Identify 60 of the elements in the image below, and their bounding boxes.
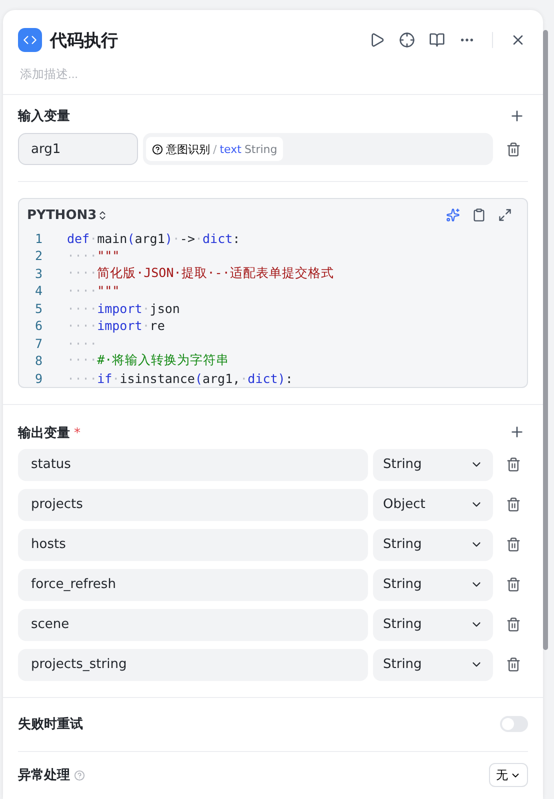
delete-icon[interactable]: [506, 657, 520, 672]
delete-icon[interactable]: [506, 497, 520, 512]
line-number: 3: [34, 266, 44, 281]
node-label: 意图识别: [166, 142, 210, 157]
language-select[interactable]: PYTHON3: [27, 208, 108, 223]
help-icon: [74, 770, 85, 781]
add-icon[interactable]: [509, 424, 525, 440]
book-icon[interactable]: [429, 32, 445, 48]
code-icon: [18, 28, 42, 52]
variable-name-field[interactable]: status: [18, 448, 368, 481]
line-number: 8: [34, 353, 44, 368]
section-title: 输入变量: [18, 108, 70, 126]
type-select[interactable]: String: [373, 608, 493, 641]
node-title: 代码执行: [50, 30, 119, 52]
variable-name-field[interactable]: projects_string: [18, 648, 368, 681]
type-select[interactable]: String: [373, 448, 493, 481]
field-name: text: [220, 142, 242, 156]
code-line: ····#·将输入转换为字符串: [67, 352, 230, 370]
section-title: 输出变量: [18, 426, 70, 441]
code-line: ····import·re: [67, 318, 165, 334]
exception-select[interactable]: 无: [489, 763, 528, 788]
line-number: 4: [34, 283, 44, 298]
code-line: ····""": [67, 248, 120, 264]
type-select[interactable]: String: [373, 648, 493, 681]
delete-icon[interactable]: [506, 617, 520, 632]
variable-name-field[interactable]: projects: [18, 488, 368, 521]
line-number: 7: [34, 336, 44, 351]
code-line: ····if·isinstance(arg1,·dict):: [67, 370, 293, 386]
type-select[interactable]: Object: [373, 488, 493, 521]
line-number: 6: [34, 318, 44, 334]
variable-name-field[interactable]: arg1: [18, 133, 138, 166]
delete-icon[interactable]: [506, 142, 520, 157]
variable-name-field[interactable]: force_refresh: [18, 568, 368, 601]
line-number: 2: [34, 248, 44, 264]
retry-toggle[interactable]: [500, 716, 528, 732]
separator: /: [213, 142, 217, 156]
code-editor[interactable]: PYTHON3 1 def·main(arg1)·->·dict: 2 ····""" 3 ····简化版·JSON·提取·-·适配表单提交格式 4 ····""" 5 ····import·json 6 ····import·re 7 ···· 8 ····#·将输入转换为字符串 9 ····if·isinstance(arg1,·dict):: [18, 198, 528, 388]
line-number: 9: [34, 370, 44, 386]
code-line: ····import·json: [67, 300, 180, 316]
required-mark: *: [74, 426, 80, 441]
field-type: String: [244, 142, 278, 156]
variable-name-field[interactable]: scene: [18, 608, 368, 641]
variable-name-field[interactable]: hosts: [18, 528, 368, 561]
type-select[interactable]: String: [373, 528, 493, 561]
code-line: def·main(arg1)·->·dict:: [67, 230, 240, 246]
description-field[interactable]: 添加描述...: [18, 64, 528, 84]
code-line: ····""": [67, 283, 120, 298]
type-select[interactable]: String: [373, 568, 493, 601]
line-number: 5: [34, 300, 44, 316]
exception-label: 异常处理: [18, 767, 70, 784]
code-line: ····简化版·JSON·提取·-·适配表单提交格式: [67, 264, 334, 282]
retry-label: 失败时重试: [18, 716, 83, 734]
crosshair-icon[interactable]: [399, 32, 415, 48]
play-icon[interactable]: [369, 32, 385, 48]
variable-reference-field[interactable]: 意图识别 / text String: [143, 133, 493, 166]
line-number: 1: [34, 230, 44, 246]
delete-icon[interactable]: [506, 457, 520, 472]
code-line: ····: [67, 336, 98, 351]
delete-icon[interactable]: [506, 577, 520, 592]
delete-icon[interactable]: [506, 537, 520, 552]
